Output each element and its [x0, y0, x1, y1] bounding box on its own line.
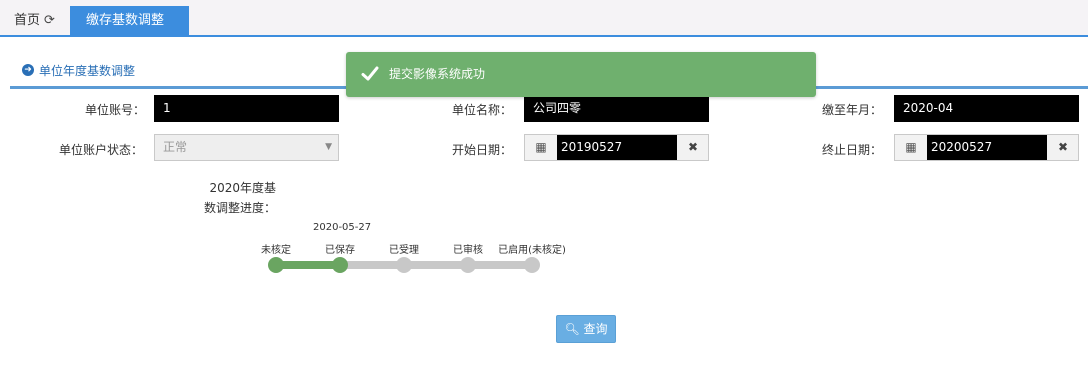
step-dot: [268, 257, 284, 273]
progress-label: 2020年度基 数调整进度：: [186, 178, 276, 218]
status-label: 单位账户状态：: [58, 143, 143, 157]
step-label: 已审核: [453, 245, 483, 256]
step-label: 未核定: [261, 245, 291, 256]
paid-until-field[interactable]: 2020-04: [894, 95, 1079, 122]
section-header: ➜ 单位年度基数调整: [22, 60, 135, 80]
end-date-value[interactable]: 20200527: [927, 135, 1047, 160]
end-date-label: 终止日期：: [821, 143, 882, 157]
progress-label-line2: 数调整进度：: [203, 201, 276, 215]
step-dot: [396, 257, 412, 273]
paid-until-label: 缴至年月：: [821, 103, 882, 117]
calendar-icon[interactable]: ▦: [895, 135, 927, 160]
clear-icon[interactable]: ✖: [1048, 135, 1078, 160]
tab-base-adjustment[interactable]: 缴存基数调整 ✖: [70, 6, 189, 57]
toast-message: 提交影像系统成功: [389, 67, 486, 81]
step-dot: [460, 257, 476, 273]
progress-date: 2020-05-27: [313, 222, 372, 233]
step-label: 已受理: [389, 245, 419, 256]
clear-icon[interactable]: ✖: [678, 135, 708, 160]
search-icon: 🔍︎: [564, 322, 580, 336]
step-label: 已启用(未核定): [498, 245, 566, 256]
start-date-field[interactable]: ▦ 20190527 ✖: [524, 134, 709, 161]
section-title: 单位年度基数调整: [39, 63, 136, 78]
name-label: 单位名称：: [451, 103, 512, 117]
check-icon: [361, 66, 379, 81]
end-date-field[interactable]: ▦ 20200527 ✖: [894, 134, 1079, 161]
caret-down-icon: ▼: [325, 142, 332, 152]
step-dot: [524, 257, 540, 273]
close-icon[interactable]: ✖: [91, 42, 102, 57]
calendar-icon[interactable]: ▦: [525, 135, 557, 160]
progress-label-line1: 2020年度基: [209, 181, 276, 195]
refresh-icon[interactable]: ⟳: [44, 13, 55, 28]
query-button[interactable]: 🔍︎ 查询: [556, 315, 616, 343]
status-select: 正常 ▼: [154, 134, 339, 161]
status-value: 正常: [163, 140, 188, 154]
tab-home-label: 首页: [14, 13, 41, 28]
progress-track-done: [276, 261, 340, 269]
account-field[interactable]: 1: [154, 95, 339, 122]
name-field[interactable]: 公司四零: [524, 95, 709, 122]
query-button-label: 查询: [583, 322, 608, 336]
start-date-label: 开始日期：: [451, 143, 512, 157]
progress-track-pending: [340, 261, 532, 269]
arrow-circle-right-icon: ➜: [22, 64, 34, 76]
tab-bar: 首页 ⟳ 缴存基数调整 ✖: [0, 0, 1088, 57]
tab-home[interactable]: 首页 ⟳: [0, 6, 69, 37]
tab-active-label: 缴存基数调整: [86, 13, 165, 28]
account-label: 单位账号：: [84, 103, 145, 117]
success-toast: 提交影像系统成功: [346, 52, 816, 97]
step-label: 已保存: [325, 245, 355, 256]
start-date-value[interactable]: 20190527: [557, 135, 677, 160]
step-dot: [332, 257, 348, 273]
